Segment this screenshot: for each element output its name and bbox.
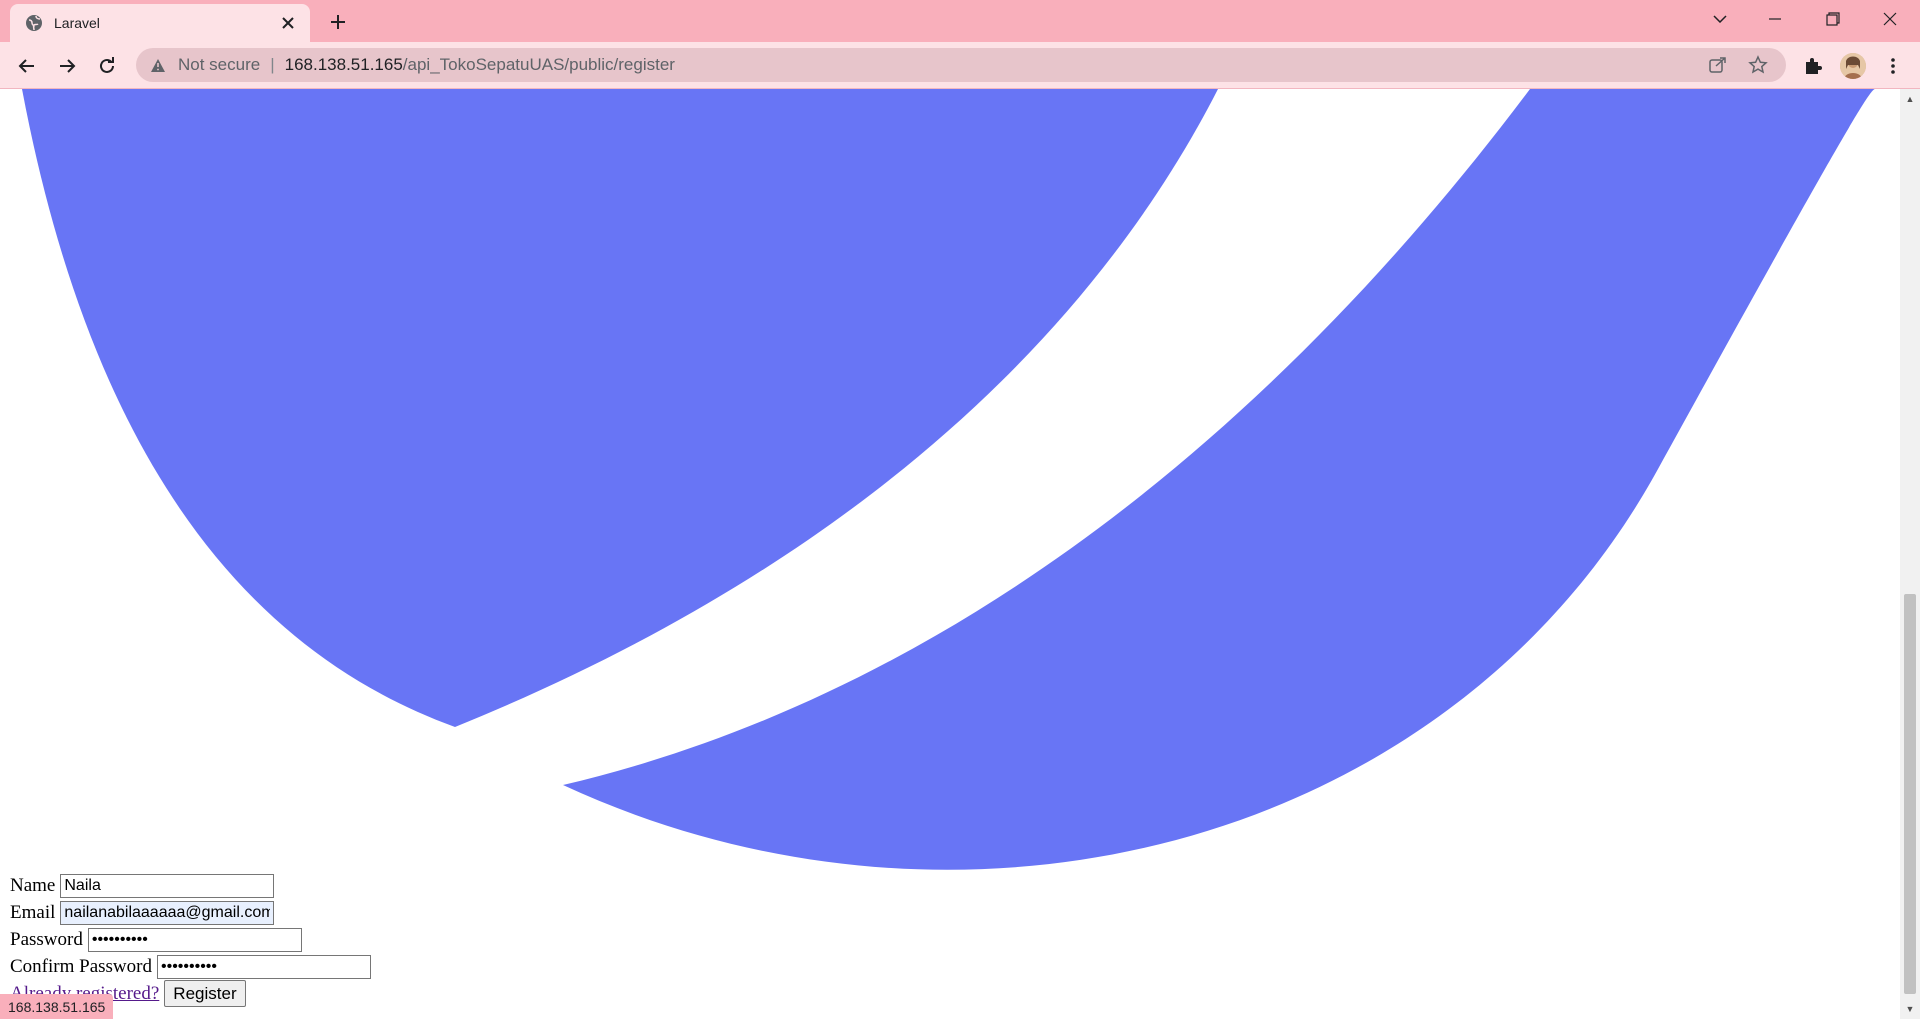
kebab-menu-icon[interactable] [1877, 50, 1909, 82]
window-close-icon[interactable] [1863, 0, 1917, 38]
globe-icon [24, 13, 44, 33]
confirm-password-row: Confirm Password [10, 953, 371, 980]
separator: | [270, 55, 275, 74]
avatar [1840, 53, 1866, 79]
omnibox-actions [1708, 55, 1768, 80]
status-bubble: 168.138.51.165 [0, 994, 114, 1019]
plus-icon[interactable] [324, 8, 352, 36]
scroll-down-icon[interactable]: ▼ [1904, 1003, 1916, 1015]
tab-title: Laravel [54, 15, 100, 31]
vertical-scrollbar[interactable]: ▲ ▼ [1900, 89, 1920, 1019]
star-icon[interactable] [1748, 55, 1768, 80]
register-button[interactable]: Register [164, 980, 246, 1007]
url-host: 168.138.51.165 [284, 55, 403, 74]
security-label[interactable]: Not secure [178, 55, 260, 75]
warning-icon[interactable] [150, 56, 168, 74]
browser-toolbar: Not secure | 168.138.51.165/api_TokoSepa… [0, 42, 1920, 89]
back-icon[interactable] [11, 50, 43, 82]
scroll-thumb[interactable] [1904, 594, 1916, 994]
restore-icon[interactable] [1806, 0, 1860, 38]
email-input[interactable] [60, 900, 275, 925]
page-content: Name Email Password Confirm Password Alr… [0, 89, 1900, 1019]
chevron-down-icon[interactable] [1693, 0, 1747, 38]
profile-button[interactable] [1837, 50, 1869, 82]
close-icon[interactable] [276, 11, 300, 35]
scroll-up-icon[interactable]: ▲ [1904, 93, 1916, 105]
email-label: Email [10, 902, 56, 923]
name-row: Name [10, 872, 371, 899]
browser-tab[interactable]: Laravel [10, 4, 310, 42]
confirm-password-input[interactable] [156, 954, 371, 979]
password-row: Password [10, 926, 371, 953]
address-bar[interactable]: Not secure | 168.138.51.165/api_TokoSepa… [136, 48, 1786, 82]
password-input[interactable] [87, 927, 302, 952]
forward-icon[interactable] [51, 50, 83, 82]
reload-icon[interactable] [91, 50, 123, 82]
email-row: Email [10, 899, 371, 926]
register-form: Name Email Password Confirm Password Alr… [10, 872, 371, 1007]
puzzle-icon[interactable] [1797, 50, 1829, 82]
minimize-icon[interactable] [1748, 0, 1802, 38]
password-label: Password [10, 929, 83, 950]
tab-strip: Laravel [0, 0, 1920, 42]
confirm-password-label: Confirm Password [10, 956, 152, 977]
url-path: /api_TokoSepatuUAS/public/register [402, 55, 675, 74]
share-icon[interactable] [1708, 55, 1728, 80]
name-input[interactable] [60, 873, 275, 898]
name-label: Name [10, 875, 56, 896]
